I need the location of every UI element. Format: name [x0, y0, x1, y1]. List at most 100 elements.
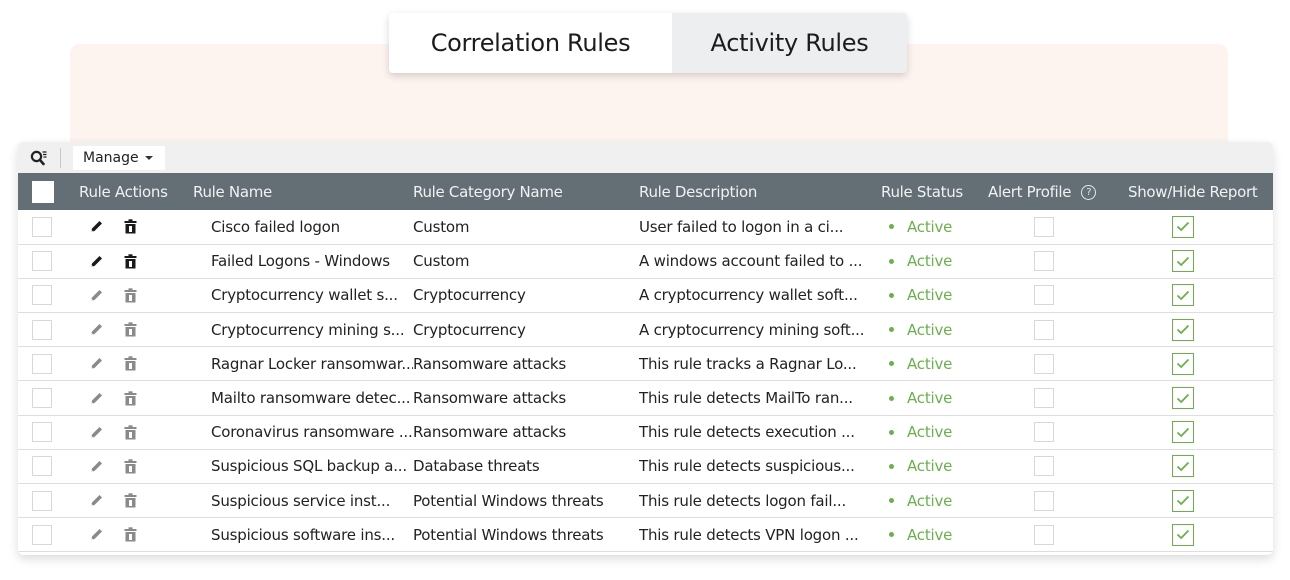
row-checkbox[interactable] [32, 216, 52, 237]
table-row[interactable]: Suspicious SQL backup a... Database thre… [18, 449, 1273, 484]
show-report-checkbox[interactable] [1172, 421, 1194, 444]
show-report-checkbox[interactable] [1172, 284, 1194, 307]
row-checkbox[interactable] [32, 422, 52, 443]
rule-description: This rule detects MailTo ran... [639, 389, 853, 408]
row-checkbox[interactable] [32, 456, 52, 477]
rule-description: This rule detects VPN logon ... [639, 525, 859, 544]
alert-profile-checkbox[interactable] [1034, 388, 1054, 409]
rule-name[interactable]: Cisco failed logon [193, 210, 413, 244]
edit-pencil-icon[interactable] [88, 493, 104, 509]
table-row[interactable]: Cisco failed logon Custom User failed to… [18, 210, 1273, 245]
rule-actions-cell [66, 449, 193, 483]
rule-actions-cell [66, 415, 193, 449]
show-report-cell [1118, 381, 1273, 415]
row-checkbox[interactable] [32, 524, 52, 545]
checkmark-icon [1176, 325, 1190, 335]
edit-pencil-icon[interactable] [88, 390, 104, 406]
row-checkbox[interactable] [32, 251, 52, 272]
delete-trash-icon[interactable] [122, 287, 138, 303]
row-select-cell [18, 518, 66, 552]
show-report-checkbox[interactable] [1172, 489, 1194, 512]
rule-name[interactable]: Suspicious service inst... [193, 484, 413, 518]
edit-pencil-icon[interactable] [88, 253, 104, 269]
header-rule-actions[interactable]: Rule Actions [66, 173, 193, 210]
header-rule-description[interactable]: Rule Description [639, 173, 879, 210]
delete-trash-icon[interactable] [122, 458, 138, 474]
rule-name[interactable]: Cryptocurrency wallet s... [193, 278, 413, 312]
delete-trash-icon[interactable] [122, 322, 138, 338]
status-label: Active [907, 286, 953, 305]
edit-pencil-icon[interactable] [88, 219, 104, 235]
header-rule-category[interactable]: Rule Category Name [413, 173, 639, 210]
table-row[interactable]: Suspicious service inst... Potential Win… [18, 484, 1273, 518]
status-label: Active [907, 525, 953, 544]
header-rule-name[interactable]: Rule Name [193, 173, 413, 210]
row-select-cell [18, 449, 66, 483]
show-report-checkbox[interactable] [1172, 250, 1194, 273]
show-report-checkbox[interactable] [1172, 318, 1194, 341]
search-filter-icon[interactable] [28, 147, 50, 169]
table-row[interactable]: Ragnar Locker ransomwar... Ransomware at… [18, 347, 1273, 381]
edit-pencil-icon[interactable] [88, 356, 104, 372]
row-checkbox[interactable] [32, 353, 52, 374]
table-row[interactable]: Failed Logons - Windows Custom A windows… [18, 244, 1273, 279]
rule-name[interactable]: Coronavirus ransomware ... [193, 415, 413, 449]
tab-correlation-rules[interactable]: Correlation Rules [389, 13, 672, 73]
row-checkbox[interactable] [32, 285, 52, 306]
rule-description: A cryptocurrency wallet soft... [639, 286, 858, 305]
table-row[interactable]: Suspicious software ins... Potential Win… [18, 518, 1273, 552]
delete-trash-icon[interactable] [122, 424, 138, 440]
edit-pencil-icon[interactable] [88, 424, 104, 440]
alert-profile-checkbox[interactable] [1034, 285, 1054, 306]
table-row[interactable]: Mailto ransomware detec... Ransomware at… [18, 381, 1273, 416]
delete-trash-icon[interactable] [122, 527, 138, 543]
edit-pencil-icon[interactable] [88, 527, 104, 543]
rule-name[interactable]: Cryptocurrency mining s... [193, 313, 413, 347]
checkmark-icon [1176, 393, 1190, 403]
row-checkbox[interactable] [32, 388, 52, 409]
row-select-cell [18, 381, 66, 415]
delete-trash-icon[interactable] [122, 219, 138, 235]
show-report-checkbox[interactable] [1172, 215, 1194, 238]
rule-name[interactable]: Failed Logons - Windows [193, 244, 413, 278]
rule-status: Active [879, 415, 988, 449]
rule-actions-cell [66, 381, 193, 415]
alert-profile-checkbox[interactable] [1034, 216, 1054, 237]
manage-dropdown-button[interactable]: Manage [73, 145, 165, 170]
table-row[interactable]: Cryptocurrency mining s... Cryptocurrenc… [18, 313, 1273, 347]
row-checkbox[interactable] [32, 319, 52, 340]
table-row[interactable]: Cryptocurrency wallet s... Cryptocurrenc… [18, 278, 1273, 313]
show-report-checkbox[interactable] [1172, 352, 1194, 375]
alert-profile-checkbox[interactable] [1034, 524, 1054, 545]
tab-activity-rules[interactable]: Activity Rules [672, 13, 907, 73]
delete-trash-icon[interactable] [122, 356, 138, 372]
row-select-cell [18, 313, 66, 347]
rule-name[interactable]: Suspicious software ins... [193, 518, 413, 552]
edit-pencil-icon[interactable] [88, 458, 104, 474]
rule-name[interactable]: Mailto ransomware detec... [193, 381, 413, 415]
table-row[interactable]: Coronavirus ransomware ... Ransomware at… [18, 415, 1273, 450]
header-show-hide-report[interactable]: Show/Hide Report [1118, 173, 1273, 210]
header-alert-profile[interactable]: Alert Profile? [988, 173, 1118, 210]
alert-profile-checkbox[interactable] [1034, 251, 1054, 272]
edit-pencil-icon[interactable] [88, 287, 104, 303]
edit-pencil-icon[interactable] [88, 322, 104, 338]
show-report-checkbox[interactable] [1172, 523, 1194, 546]
alert-profile-checkbox[interactable] [1034, 456, 1054, 477]
header-rule-status[interactable]: Rule Status [879, 173, 988, 210]
show-report-checkbox[interactable] [1172, 455, 1194, 478]
alert-profile-checkbox[interactable] [1034, 490, 1054, 511]
show-report-cell [1118, 244, 1273, 278]
rule-name[interactable]: Suspicious SQL backup a... [193, 449, 413, 483]
delete-trash-icon[interactable] [122, 253, 138, 269]
select-all-checkbox[interactable] [32, 180, 54, 203]
alert-profile-checkbox[interactable] [1034, 422, 1054, 443]
show-report-checkbox[interactable] [1172, 387, 1194, 410]
alert-profile-checkbox[interactable] [1034, 319, 1054, 340]
delete-trash-icon[interactable] [122, 493, 138, 509]
row-checkbox[interactable] [32, 490, 52, 511]
rule-name[interactable]: Ragnar Locker ransomwar... [193, 347, 413, 381]
help-icon[interactable]: ? [1081, 184, 1097, 200]
delete-trash-icon[interactable] [122, 390, 138, 406]
alert-profile-checkbox[interactable] [1034, 353, 1054, 374]
